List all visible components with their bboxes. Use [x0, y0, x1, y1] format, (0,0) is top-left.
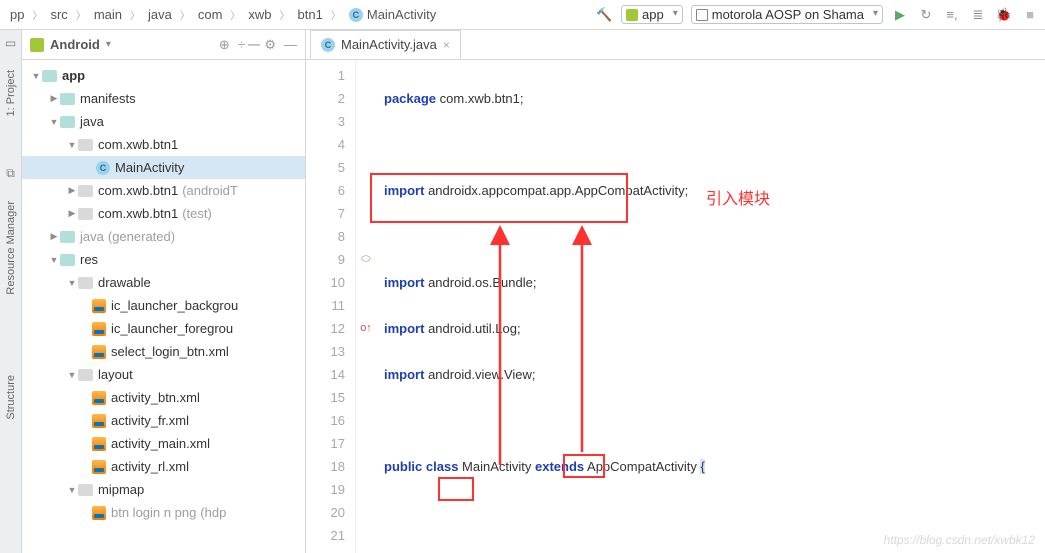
- module-folder-icon: [42, 70, 57, 82]
- tree-node-activity-rl[interactable]: activity_rl.xml: [22, 455, 305, 478]
- crumb-btn1[interactable]: btn1: [294, 7, 327, 22]
- crumb-main[interactable]: main: [90, 7, 126, 22]
- xml-file-icon: [92, 345, 106, 359]
- package-folder-icon: [78, 139, 93, 151]
- run-config-label: app: [642, 7, 664, 22]
- tree-node-activity-btn[interactable]: activity_btn.xml: [22, 386, 305, 409]
- tree-node-pkg1[interactable]: ▼com.xwb.btn1: [22, 133, 305, 156]
- top-toolbar: pp〉 src〉 main〉 java〉 com〉 xwb〉 btn1〉 C M…: [0, 0, 1045, 30]
- line-gutter: 123456789101112131415161718192021: [306, 60, 356, 553]
- tree-node-res[interactable]: ▼res: [22, 248, 305, 271]
- tree-node-layout[interactable]: ▼layout: [22, 363, 305, 386]
- editor-area: C MainActivity.java × 123456789101112131…: [306, 30, 1045, 553]
- annotation-label: 引入模块: [706, 188, 770, 211]
- image-file-icon: [92, 506, 106, 520]
- package-folder-icon: [78, 208, 93, 220]
- tree-node-manifests[interactable]: ▶manifests: [22, 87, 305, 110]
- android-robot-icon: [30, 38, 44, 52]
- tab-label: MainActivity.java: [341, 37, 437, 52]
- xml-file-icon: [92, 460, 106, 474]
- code-area[interactable]: 123456789101112131415161718192021 ⬭o↑ pa…: [306, 60, 1045, 553]
- device-label: motorola AOSP on Shama: [712, 7, 864, 22]
- project-view-mode[interactable]: Android: [50, 37, 100, 52]
- crumb-java[interactable]: java: [144, 7, 176, 22]
- crumb-xwb[interactable]: xwb: [244, 7, 275, 22]
- crumb-mainactivity[interactable]: C MainActivity: [345, 7, 440, 22]
- structure-tool-label[interactable]: Structure: [5, 375, 17, 420]
- collapse-all-icon[interactable]: |: [247, 43, 263, 46]
- tree-node-java[interactable]: ▼java: [22, 110, 305, 133]
- coverage-icon[interactable]: ≡,: [943, 7, 961, 22]
- tree-node-pkg2[interactable]: ▶com.xwb.btn1(androidT: [22, 179, 305, 202]
- folder-icon: [78, 277, 93, 289]
- select-opened-icon[interactable]: ⊕: [219, 37, 230, 53]
- tree-node-activity-fr[interactable]: activity_fr.xml: [22, 409, 305, 432]
- class-icon: C: [321, 38, 335, 52]
- xml-file-icon: [92, 299, 106, 313]
- project-sidebar: Android ▾ ⊕ ÷ | ⚙ — ▼app ▶manifests ▼jav…: [22, 30, 306, 553]
- folder-icon: [60, 93, 75, 105]
- tree-node-select-login[interactable]: select_login_btn.xml: [22, 340, 305, 363]
- resmgr-tool-label[interactable]: Resource Manager: [5, 201, 17, 295]
- folder-icon: [60, 231, 75, 243]
- profiler-icon[interactable]: ≣: [969, 7, 987, 23]
- device-combo[interactable]: motorola AOSP on Shama: [691, 5, 883, 24]
- android-robot-icon: [626, 9, 638, 21]
- package-folder-icon: [78, 185, 93, 197]
- folder-icon: [78, 484, 93, 496]
- tree-node-mipmap[interactable]: ▼mipmap: [22, 478, 305, 501]
- tree-node-java-gen[interactable]: ▶java(generated): [22, 225, 305, 248]
- resmgr-tool-icon[interactable]: ⧉: [6, 166, 15, 181]
- run-config-combo[interactable]: app: [621, 5, 683, 24]
- run-play-icon[interactable]: ▶: [891, 7, 909, 23]
- refresh-icon[interactable]: ↻: [917, 7, 935, 23]
- watermark: https://blog.csdn.net/xwbk12: [884, 533, 1035, 547]
- chevron-down-icon[interactable]: ▾: [106, 39, 111, 50]
- build-hammer-icon[interactable]: 🔨: [595, 7, 613, 23]
- tab-mainactivity[interactable]: C MainActivity.java ×: [310, 30, 461, 59]
- xml-file-icon: [92, 414, 106, 428]
- folder-icon: [78, 369, 93, 381]
- device-phone-icon: [696, 9, 708, 21]
- code-text[interactable]: package com.xwb.btn1; import androidx.ap…: [376, 60, 1045, 553]
- debug-bug-icon[interactable]: 🐞: [995, 7, 1013, 23]
- crumb-sep-icon: 〉: [32, 7, 42, 22]
- left-tool-strip: ▭ 1: Project ⧉ Resource Manager Structur…: [0, 30, 22, 553]
- gutter-markers: ⬭o↑: [356, 60, 376, 553]
- expand-all-icon[interactable]: ÷: [238, 37, 245, 53]
- class-icon: C: [349, 8, 363, 22]
- crumb-src[interactable]: src: [46, 7, 71, 22]
- stop-icon[interactable]: ■: [1021, 7, 1039, 22]
- project-tool-icon[interactable]: ▭: [5, 36, 16, 50]
- tree-node-app[interactable]: ▼app: [22, 64, 305, 87]
- xml-file-icon: [92, 437, 106, 451]
- tree-node-btn-login-png[interactable]: btn login n png(hdp: [22, 501, 305, 524]
- tree-node-activity-main[interactable]: activity_main.xml: [22, 432, 305, 455]
- project-tree[interactable]: ▼app ▶manifests ▼java ▼com.xwb.btn1 CMai…: [22, 60, 305, 553]
- annotation-box-log: [438, 477, 474, 501]
- class-icon: C: [96, 161, 110, 175]
- folder-icon: [60, 116, 75, 128]
- folder-icon: [60, 254, 75, 266]
- tree-node-mainactivity[interactable]: CMainActivity: [22, 156, 305, 179]
- editor-tabs: C MainActivity.java ×: [306, 30, 1045, 60]
- hide-sidebar-icon[interactable]: —: [284, 37, 297, 53]
- tree-node-drawable[interactable]: ▼drawable: [22, 271, 305, 294]
- tree-node-ic-bg[interactable]: ic_launcher_backgrou: [22, 294, 305, 317]
- tree-node-pkg3[interactable]: ▶com.xwb.btn1(test): [22, 202, 305, 225]
- crumb-label: MainActivity: [367, 7, 436, 22]
- xml-file-icon: [92, 391, 106, 405]
- project-tool-label[interactable]: 1: Project: [5, 70, 17, 116]
- project-sidebar-header: Android ▾ ⊕ ÷ | ⚙ —: [22, 30, 305, 60]
- gear-icon[interactable]: ⚙: [264, 37, 276, 53]
- crumb-pp[interactable]: pp: [6, 7, 28, 22]
- close-tab-icon[interactable]: ×: [443, 38, 450, 52]
- crumb-com[interactable]: com: [194, 7, 227, 22]
- xml-file-icon: [92, 322, 106, 336]
- tree-node-ic-fg[interactable]: ic_launcher_foregrou: [22, 317, 305, 340]
